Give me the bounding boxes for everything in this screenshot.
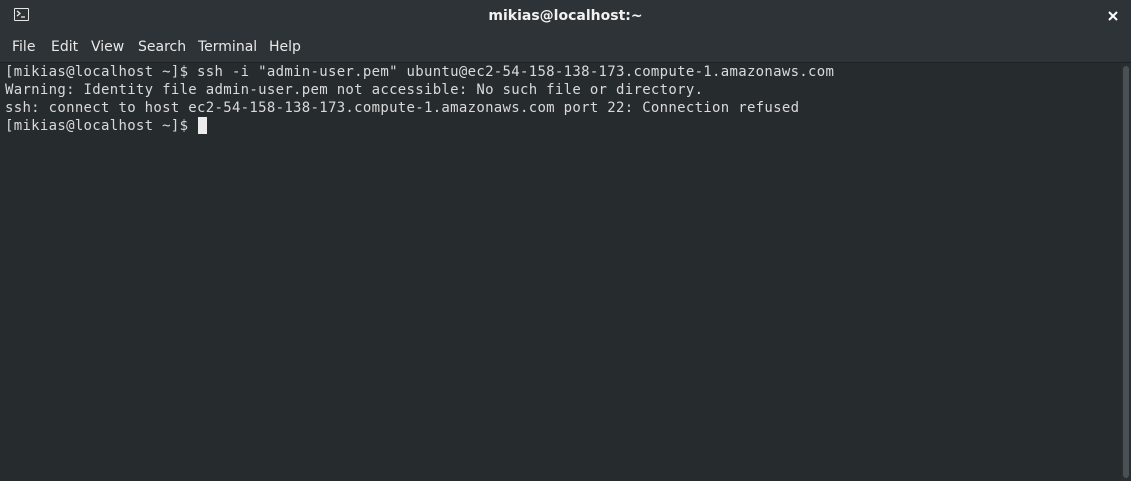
terminal-line: [mikias@localhost ~]$ ssh -i "admin-user… [5, 64, 835, 80]
vertical-scrollbar[interactable] [1121, 63, 1131, 481]
title-bar[interactable]: mikias@localhost:~ [0, 0, 1131, 32]
terminal-line: ssh: connect to host ec2-54-158-138-173.… [5, 100, 800, 116]
menu-file[interactable]: File [12, 32, 35, 63]
menu-help[interactable]: Help [269, 32, 301, 63]
close-button[interactable] [1102, 5, 1124, 27]
menu-view[interactable]: View [91, 32, 124, 63]
menu-edit[interactable]: Edit [51, 32, 78, 63]
window-title: mikias@localhost:~ [488, 8, 643, 24]
menu-terminal[interactable]: Terminal [198, 32, 257, 63]
close-icon [1108, 11, 1118, 21]
scrollbar-thumb[interactable] [1123, 66, 1129, 478]
text-cursor [198, 117, 208, 134]
prompt-line: [mikias@localhost ~]$ [5, 117, 208, 135]
menu-search[interactable]: Search [138, 32, 186, 63]
terminal-line: Warning: Identity file admin-user.pem no… [5, 82, 704, 98]
terminal-window: mikias@localhost:~ File Edit View Search… [0, 0, 1131, 481]
menu-bar: File Edit View Search Terminal Help [0, 32, 1131, 63]
shell-prompt: [mikias@localhost ~]$ [5, 118, 198, 134]
terminal-output[interactable]: [mikias@localhost ~]$ ssh -i "admin-user… [0, 63, 1121, 481]
